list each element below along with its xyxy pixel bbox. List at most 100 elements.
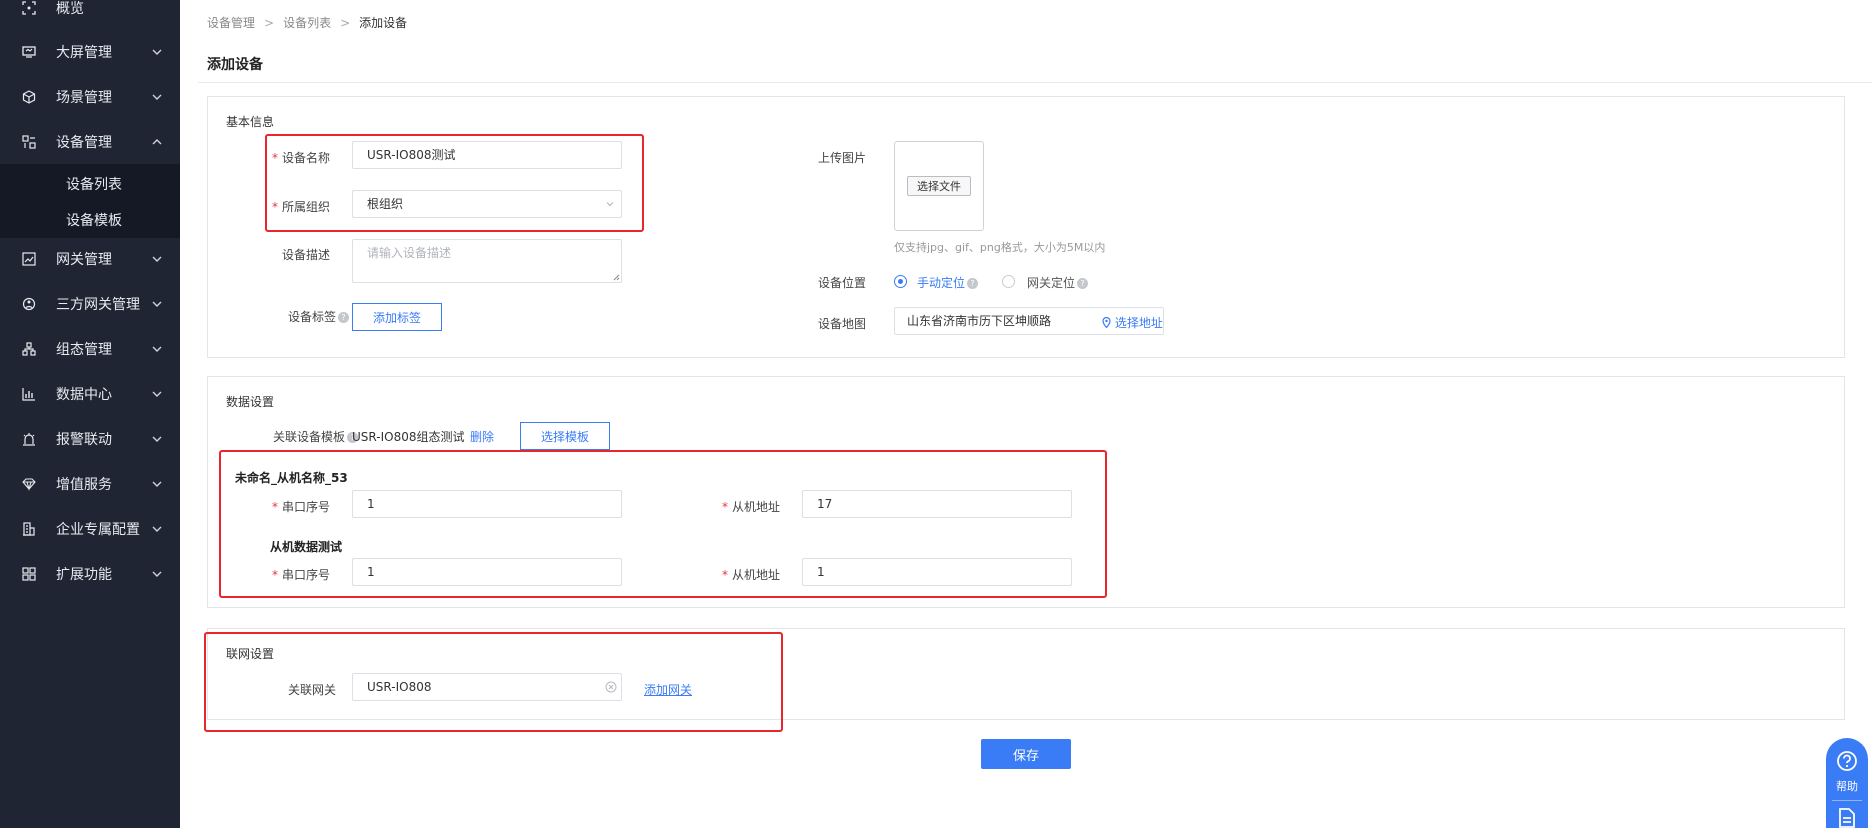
- breadcrumb-device-list[interactable]: 设备列表: [283, 14, 331, 31]
- overview-icon: [21, 0, 37, 16]
- serial-port-label: * 串口序号: [271, 568, 330, 582]
- alarm-icon: [21, 431, 37, 447]
- delete-template-link[interactable]: 删除: [470, 428, 494, 445]
- diamond-icon: [21, 476, 37, 492]
- manual-location-option[interactable]: 手动定位?: [917, 274, 979, 291]
- sidebar-item-label: 报警联动: [56, 432, 112, 448]
- serial-port-input[interactable]: 1: [352, 490, 622, 518]
- sidebar-item-label: 增值服务: [56, 477, 112, 493]
- chevron-down-icon: [152, 391, 162, 397]
- device-submenu: 设备列表 设备模板: [0, 164, 180, 238]
- help-icon[interactable]: ?: [338, 312, 350, 323]
- serial-port-input[interactable]: 1: [352, 558, 622, 586]
- choose-file-button[interactable]: 选择文件: [907, 176, 971, 196]
- add-gateway-link[interactable]: 添加网关: [644, 681, 692, 698]
- sidebar-item-label: 网关管理: [56, 252, 112, 268]
- sidebar-item-overview[interactable]: 概览: [0, 0, 180, 28]
- gateway-location-option[interactable]: 网关定位?: [1027, 274, 1089, 291]
- sidebar-item-screen[interactable]: 大屏管理: [0, 32, 180, 72]
- description-textarea[interactable]: 请输入设备描述: [352, 239, 622, 283]
- app-root: 概览 大屏管理 场景管理 设备管理 设备列表 设备模板 网关管理 三方网关管理 …: [0, 0, 1872, 828]
- location-label: 设备位置: [818, 276, 867, 290]
- chevron-down-icon: [606, 202, 614, 207]
- help-circle-icon: [1837, 751, 1857, 771]
- chevron-down-icon: [152, 436, 162, 442]
- divider: [198, 82, 1872, 83]
- slave-address-label: * 从机地址: [721, 568, 780, 582]
- chevron-down-icon: [152, 94, 162, 100]
- section-title: 联网设置: [226, 647, 275, 661]
- image-upload-area[interactable]: 选择文件: [894, 141, 984, 231]
- main-content: 设备管理 > 设备列表 > 添加设备 添加设备 基本信息 * 设备名称 USR-I…: [180, 0, 1872, 828]
- chevron-up-icon: [152, 139, 162, 145]
- help-label: 帮助: [1836, 780, 1858, 793]
- clear-icon[interactable]: [605, 681, 617, 693]
- chevron-down-icon: [152, 481, 162, 487]
- resize-handle-icon[interactable]: [613, 274, 620, 281]
- save-button[interactable]: 保存: [981, 739, 1071, 769]
- page-title: 添加设备: [207, 57, 263, 73]
- sidebar-item-enterprise-config[interactable]: 企业专属配置: [0, 509, 180, 549]
- cube-icon: [21, 89, 37, 105]
- chevron-down-icon: [152, 49, 162, 55]
- tag-label: 设备标签?: [268, 308, 350, 325]
- document-icon: [1839, 808, 1855, 828]
- breadcrumb-separator-icon: >: [264, 15, 275, 30]
- organization-label: * 所属组织: [271, 200, 330, 214]
- sidebar-item-label: 概览: [56, 1, 84, 17]
- slave-address-label: * 从机地址: [721, 500, 780, 514]
- chevron-down-icon: [152, 571, 162, 577]
- select-template-button[interactable]: 选择模板: [520, 422, 610, 450]
- location-pin-icon: [1102, 316, 1111, 329]
- add-tag-button[interactable]: 添加标签: [352, 303, 442, 331]
- sidebar-item-third-party-gateway[interactable]: 三方网关管理: [0, 284, 180, 324]
- slave-address-input[interactable]: 1: [802, 558, 1072, 586]
- sidebar-item-label: 企业专属配置: [56, 522, 140, 538]
- gateway-location-radio[interactable]: [1002, 275, 1015, 288]
- breadcrumb-device-management[interactable]: 设备管理: [207, 14, 255, 31]
- sidebar-item-gateway[interactable]: 网关管理: [0, 239, 180, 279]
- help-icon[interactable]: ?: [1077, 278, 1089, 289]
- select-address-link[interactable]: 选择地址: [1102, 314, 1163, 331]
- gateway-value: USR-IO808: [367, 680, 432, 694]
- sidebar-item-label: 场景管理: [56, 90, 112, 106]
- chevron-down-icon: [152, 526, 162, 532]
- template-value: USR-IO808组态测试: [352, 430, 465, 444]
- sidebar-item-scene[interactable]: 场景管理: [0, 77, 180, 117]
- section-title: 数据设置: [226, 395, 275, 409]
- chart-icon: [21, 386, 37, 402]
- device-name-label: * 设备名称: [271, 151, 330, 165]
- manual-location-radio[interactable]: [894, 275, 907, 288]
- gateway-input[interactable]: USR-IO808: [352, 673, 622, 701]
- organization-select[interactable]: 根组织: [352, 190, 622, 218]
- breadcrumb: 设备管理 > 设备列表 > 添加设备: [207, 14, 407, 31]
- help-widget[interactable]: 帮助: [1826, 738, 1868, 828]
- upload-hint: 仅支持jpg、gif、png格式，大小为5M以内: [894, 241, 1106, 254]
- sidebar-item-extensions[interactable]: 扩展功能: [0, 554, 180, 594]
- building-icon: [21, 521, 37, 537]
- slave-group-name: 从机数据测试: [270, 540, 343, 554]
- sidebar-item-label: 大屏管理: [56, 45, 112, 61]
- sidebar-item-label: 扩展功能: [56, 567, 112, 583]
- device-icon: [21, 134, 37, 150]
- sidebar-subitem-device-template[interactable]: 设备模板: [66, 210, 122, 230]
- map-address-value: 山东省济南市历下区坤顺路: [907, 314, 1052, 328]
- sidebar: 概览 大屏管理 场景管理 设备管理 设备列表 设备模板 网关管理 三方网关管理 …: [0, 0, 180, 828]
- section-title: 基本信息: [226, 115, 275, 129]
- network-settings-card: 联网设置 关联网关 USR-IO808 添加网关: [207, 628, 1845, 720]
- slave-address-input[interactable]: 17: [802, 490, 1072, 518]
- sidebar-item-data-center[interactable]: 数据中心: [0, 374, 180, 414]
- sidebar-item-topology[interactable]: 组态管理: [0, 329, 180, 369]
- sidebar-subitem-device-list[interactable]: 设备列表: [66, 174, 122, 194]
- sidebar-item-label: 三方网关管理: [56, 297, 140, 313]
- device-name-input[interactable]: USR-IO808测试: [352, 141, 622, 169]
- breadcrumb-separator-icon: >: [340, 15, 351, 30]
- chevron-down-icon: [152, 346, 162, 352]
- help-icon[interactable]: ?: [967, 278, 979, 289]
- sidebar-item-alarm[interactable]: 报警联动: [0, 419, 180, 459]
- breadcrumb-add-device: 添加设备: [359, 16, 408, 30]
- sidebar-item-device[interactable]: 设备管理: [0, 122, 180, 162]
- description-label: 设备描述: [281, 248, 330, 262]
- sidebar-item-value-added[interactable]: 增值服务: [0, 464, 180, 504]
- data-settings-card: 数据设置 关联设备模板? USR-IO808组态测试 删除 选择模板 未命名_从…: [207, 376, 1845, 608]
